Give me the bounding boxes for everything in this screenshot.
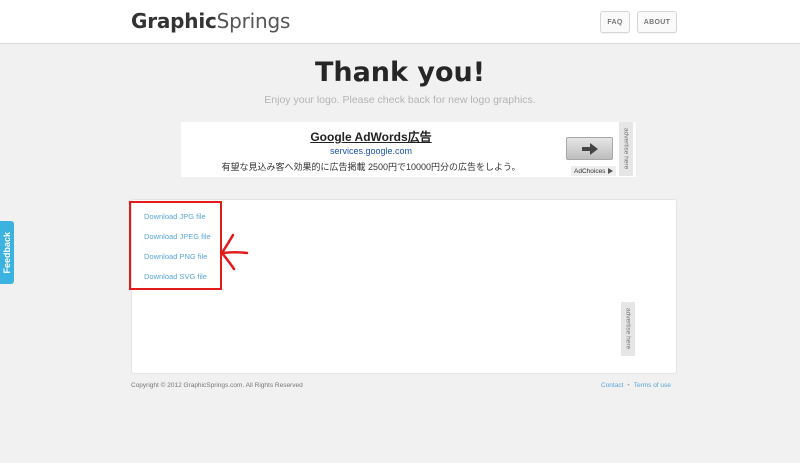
- annotation-box: [129, 201, 222, 290]
- logo[interactable]: GraphicSprings: [131, 9, 290, 33]
- arrow-right-icon: [581, 142, 598, 155]
- header: GraphicSprings FAQ ABOUT: [0, 0, 800, 44]
- ad-description: 有望な見込み客へ効果的に広告掲載 2500円で10000円分の広告をしよう。: [221, 162, 521, 172]
- ad-banner[interactable]: Google AdWords広告 services.google.com 有望な…: [181, 122, 636, 177]
- page-subtitle: Enjoy your logo. Please check back for n…: [264, 94, 536, 106]
- adchoices-icon: [608, 168, 614, 174]
- advertise-here-label: advertise here: [622, 128, 630, 170]
- terms-link[interactable]: Terms of use: [634, 382, 671, 389]
- footer-separator: •: [627, 382, 630, 389]
- feedback-tab[interactable]: Feedback: [0, 221, 14, 284]
- feedback-label: Feedback: [2, 231, 12, 274]
- logo-light: Springs: [216, 9, 291, 33]
- ad-title[interactable]: Google AdWords広告: [181, 128, 561, 145]
- about-button[interactable]: ABOUT: [637, 11, 677, 33]
- footer-links: Contact • Terms of use: [601, 382, 671, 389]
- annotation-arrow-icon: [220, 233, 249, 271]
- logo-bold: Graphic: [131, 9, 217, 33]
- contact-link[interactable]: Contact: [601, 382, 623, 389]
- panel-advertise-here-label: advertise here: [624, 308, 632, 350]
- advertise-here-tab[interactable]: advertise here: [619, 122, 633, 176]
- ad-url[interactable]: services.google.com: [181, 146, 561, 156]
- faq-button[interactable]: FAQ: [600, 11, 630, 33]
- adchoices-label: AdChoices: [574, 167, 606, 175]
- adchoices-badge[interactable]: AdChoices: [571, 166, 617, 176]
- page-title: Thank you!: [314, 57, 486, 88]
- panel-advertise-here-tab[interactable]: advertise here: [621, 302, 635, 356]
- footer-copyright: Copyright © 2012 GraphicSprings.com. All…: [131, 382, 303, 389]
- ad-arrow-button[interactable]: [566, 137, 613, 160]
